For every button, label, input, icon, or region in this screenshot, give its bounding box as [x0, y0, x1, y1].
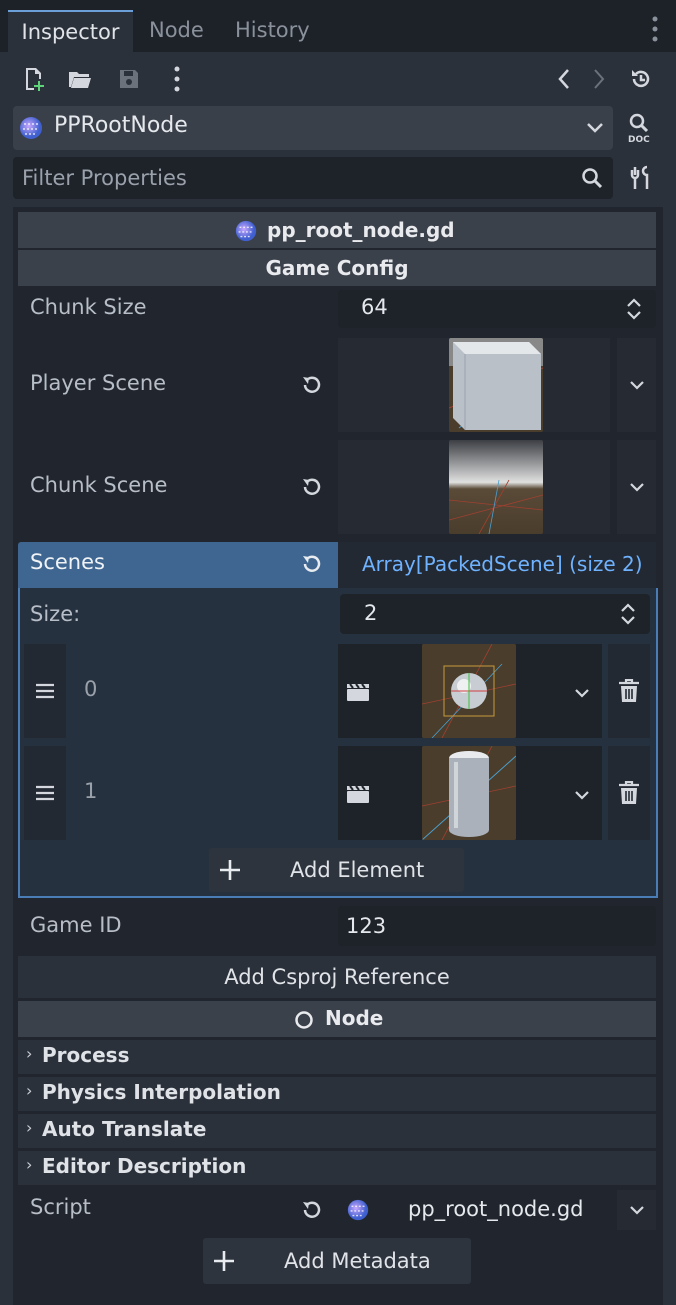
array-item-thumbnail — [422, 644, 516, 738]
player-scene-thumbnail — [449, 338, 543, 432]
chunk-size-value: 64 — [361, 295, 388, 319]
chunk-scene-thumbnail — [449, 440, 543, 534]
game-config-header[interactable]: Game Config — [18, 250, 656, 286]
player-scene-label: Player Scene — [30, 371, 167, 395]
spinner-arrows-icon[interactable] — [618, 601, 638, 627]
scenes-type-label: Array[PackedScene] (size 2) — [362, 552, 643, 576]
drag-handle-icon — [34, 783, 56, 803]
new-resource-icon[interactable] — [20, 64, 48, 94]
chevron-right-icon: › — [26, 1044, 33, 1063]
array-size-spinbox[interactable] — [340, 594, 650, 634]
object-name: PPRootNode — [54, 113, 188, 138]
tools-icon[interactable] — [627, 164, 655, 192]
array-size-value: 2 — [364, 601, 378, 625]
doc-icon[interactable]: DOC — [624, 110, 658, 146]
group-auto-translate-label: Auto Translate — [42, 1117, 207, 1141]
trash-icon — [617, 679, 641, 703]
chunk-scene-label: Chunk Scene — [30, 473, 168, 497]
node-icon — [293, 1009, 315, 1031]
chevron-right-icon: › — [26, 1081, 33, 1100]
revert-icon[interactable] — [299, 372, 325, 398]
tab-history[interactable]: History — [235, 10, 310, 52]
drag-handle-icon — [34, 681, 56, 701]
add-element-label: Add Element — [290, 858, 425, 882]
open-folder-icon[interactable] — [66, 64, 94, 94]
scenes-label: Scenes — [30, 550, 105, 574]
plus-icon — [218, 858, 242, 882]
add-csproj-reference-button[interactable]: Add Csproj Reference — [18, 956, 656, 998]
group-process-label: Process — [42, 1043, 130, 1067]
chevron-down-icon — [583, 115, 607, 141]
filter-placeholder: Filter Properties — [22, 166, 187, 190]
recent-history-icon[interactable] — [627, 64, 655, 94]
array-size-label: Size: — [30, 602, 81, 626]
array-item-index: 1 — [84, 779, 98, 803]
revert-icon[interactable] — [299, 551, 325, 577]
add-metadata-label: Add Metadata — [284, 1249, 431, 1273]
chevron-down-icon — [627, 378, 647, 392]
node-section-title: Node — [325, 1006, 384, 1030]
chevron-down-icon[interactable] — [572, 788, 592, 802]
revert-icon[interactable] — [299, 474, 325, 500]
chevron-down-icon — [627, 1203, 647, 1217]
chevron-down-icon[interactable] — [572, 686, 592, 700]
tab-inspector[interactable]: Inspector — [8, 10, 133, 52]
script-section-title: pp_root_node.gd — [267, 218, 455, 242]
script-value: pp_root_node.gd — [408, 1197, 584, 1221]
svg-text:DOC: DOC — [628, 135, 650, 144]
array-item-thumbnail — [422, 746, 516, 840]
group-physics-interpolation-label: Physics Interpolation — [42, 1080, 281, 1104]
history-back-icon[interactable] — [553, 64, 575, 94]
chevron-right-icon: › — [26, 1118, 33, 1137]
group-editor-description-label: Editor Description — [42, 1154, 247, 1178]
tab-menu-icon[interactable] — [645, 14, 665, 44]
plus-icon — [212, 1249, 236, 1273]
chevron-right-icon: › — [26, 1155, 33, 1174]
script-icon — [233, 218, 259, 244]
tab-node[interactable]: Node — [149, 10, 204, 52]
game-id-label: Game ID — [30, 913, 122, 937]
chunk-size-label: Chunk Size — [30, 295, 147, 319]
more-options-icon[interactable] — [166, 64, 188, 94]
script-icon — [345, 1197, 371, 1223]
script-label: Script — [30, 1195, 91, 1219]
array-item-index: 0 — [84, 677, 98, 701]
spinner-arrows-icon[interactable] — [624, 296, 644, 322]
save-icon[interactable] — [115, 64, 143, 94]
packed-scene-icon — [345, 680, 371, 704]
chevron-down-icon — [627, 480, 647, 494]
revert-icon[interactable] — [299, 1197, 325, 1223]
game-id-value: 123 — [346, 914, 387, 938]
history-forward-icon[interactable] — [588, 64, 610, 94]
script-object-icon — [18, 114, 44, 142]
trash-icon — [617, 781, 641, 805]
packed-scene-icon — [345, 782, 371, 806]
search-icon — [580, 166, 604, 190]
